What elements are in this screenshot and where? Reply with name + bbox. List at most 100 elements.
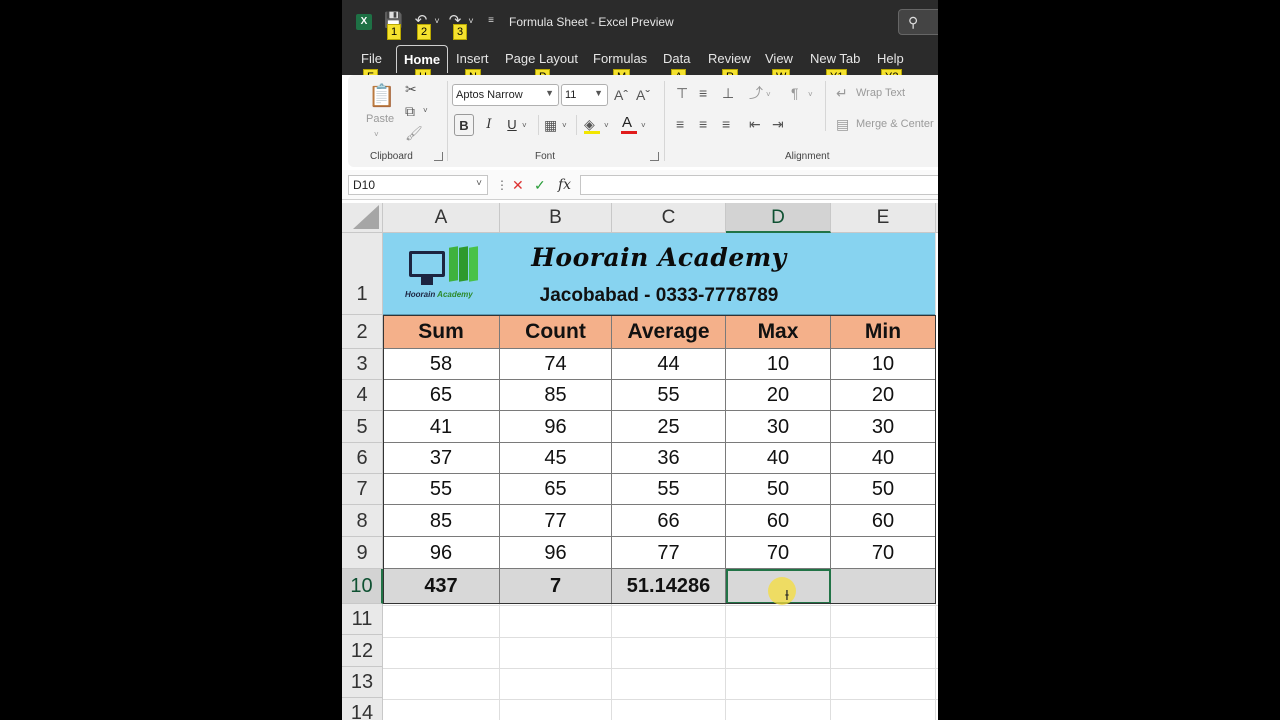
top-align-icon[interactable]: ⊤ bbox=[676, 85, 688, 101]
paste-dropdown-icon[interactable]: ˅ bbox=[374, 127, 379, 143]
wrap-text-icon[interactable]: ↵ bbox=[836, 85, 848, 101]
row-header-3[interactable]: 3 bbox=[342, 349, 383, 380]
cell-d4[interactable]: 20 bbox=[726, 380, 831, 411]
header-cell-d2[interactable]: Max bbox=[726, 315, 831, 349]
clipboard-launcher-icon[interactable] bbox=[434, 152, 443, 161]
row-header-8[interactable]: 8 bbox=[342, 505, 383, 537]
cell-b3[interactable]: 74 bbox=[500, 349, 612, 380]
row-header-5[interactable]: 5 bbox=[342, 411, 383, 443]
total-cell-a10[interactable]: 437 bbox=[383, 569, 500, 604]
cell-d7[interactable]: 50 bbox=[726, 474, 831, 505]
bottom-align-icon[interactable]: ⊥ bbox=[722, 85, 734, 101]
font-name-select[interactable]: Aptos Narrow ▼ bbox=[452, 84, 559, 106]
fill-color-icon[interactable]: ◈ bbox=[584, 116, 595, 132]
align-right-icon[interactable]: ≡ bbox=[722, 116, 730, 132]
row-header-9[interactable]: 9 bbox=[342, 537, 383, 569]
bold-button[interactable]: B bbox=[454, 114, 474, 136]
borders-icon[interactable]: ▦ bbox=[544, 117, 557, 133]
text-direction-dropdown-icon[interactable]: ˅ bbox=[808, 87, 813, 103]
wrap-text-button[interactable]: Wrap Text bbox=[856, 87, 905, 99]
cell-a5[interactable]: 41 bbox=[383, 411, 500, 443]
row-header-1[interactable]: 1 bbox=[342, 233, 383, 315]
copy-dropdown-icon[interactable]: ˅ bbox=[423, 103, 428, 119]
copy-icon[interactable]: ⧉ bbox=[405, 103, 415, 119]
cell-a7[interactable]: 55 bbox=[383, 474, 500, 505]
cell-c9[interactable]: 77 bbox=[612, 537, 726, 569]
increase-indent-icon[interactable]: ⇥ bbox=[772, 116, 784, 132]
header-cell-b2[interactable]: Count bbox=[500, 315, 612, 349]
italic-button[interactable]: I bbox=[479, 114, 499, 136]
merge-center-icon[interactable]: ▤ bbox=[836, 116, 849, 132]
tab-file[interactable]: File bbox=[361, 51, 382, 66]
total-cell-e10[interactable] bbox=[831, 569, 936, 604]
cell-b6[interactable]: 45 bbox=[500, 443, 612, 474]
tab-review[interactable]: Review bbox=[708, 51, 751, 66]
cell-d3[interactable]: 10 bbox=[726, 349, 831, 380]
row-header-10[interactable]: 10 bbox=[342, 569, 383, 604]
text-direction-icon[interactable]: ¶ bbox=[791, 85, 799, 101]
row-header-13[interactable]: 13 bbox=[342, 667, 383, 698]
tab-new-tab[interactable]: New Tab bbox=[810, 51, 860, 66]
cell-e8[interactable]: 60 bbox=[831, 505, 936, 537]
row-header-11[interactable]: 11 bbox=[342, 604, 383, 635]
decrease-font-size-icon[interactable]: Aˇ bbox=[636, 87, 650, 103]
column-header-f[interactable] bbox=[936, 203, 938, 233]
row-header-14[interactable]: 14 bbox=[342, 698, 383, 720]
cell-e4[interactable]: 20 bbox=[831, 380, 936, 411]
borders-dropdown-icon[interactable]: ˅ bbox=[562, 118, 567, 134]
decrease-indent-icon[interactable]: ⇤ bbox=[749, 116, 761, 132]
row-header-6[interactable]: 6 bbox=[342, 443, 383, 474]
align-center-icon[interactable]: ≡ bbox=[699, 116, 707, 132]
cell-a6[interactable]: 37 bbox=[383, 443, 500, 474]
cell-d5[interactable]: 30 bbox=[726, 411, 831, 443]
cell-e9[interactable]: 70 bbox=[831, 537, 936, 569]
row-header-7[interactable]: 7 bbox=[342, 474, 383, 505]
cell-b4[interactable]: 85 bbox=[500, 380, 612, 411]
cell-c7[interactable]: 55 bbox=[612, 474, 726, 505]
cell-b8[interactable]: 77 bbox=[500, 505, 612, 537]
paste-icon[interactable]: 📋 bbox=[368, 83, 395, 109]
more-options-icon[interactable]: ⋮ bbox=[496, 176, 508, 194]
name-box[interactable]: D10 ˅ bbox=[348, 175, 488, 195]
cell-c3[interactable]: 44 bbox=[612, 349, 726, 380]
middle-align-icon[interactable]: ≡ bbox=[699, 85, 707, 101]
cell-b5[interactable]: 96 bbox=[500, 411, 612, 443]
select-all-button[interactable] bbox=[342, 203, 383, 233]
tab-data[interactable]: Data bbox=[663, 51, 690, 66]
orientation-icon[interactable]: ⤴ bbox=[749, 85, 763, 101]
format-painter-icon[interactable]: 🖌 bbox=[405, 125, 423, 141]
cell-a8[interactable]: 85 bbox=[383, 505, 500, 537]
underline-button[interactable]: U bbox=[502, 114, 522, 136]
row-header-12[interactable]: 12 bbox=[342, 635, 383, 667]
cell-c8[interactable]: 66 bbox=[612, 505, 726, 537]
cell-a9[interactable]: 96 bbox=[383, 537, 500, 569]
increase-font-size-icon[interactable]: Aˆ bbox=[614, 87, 628, 103]
cell-d6[interactable]: 40 bbox=[726, 443, 831, 474]
cell-c6[interactable]: 36 bbox=[612, 443, 726, 474]
customize-qat-icon[interactable]: ≡ bbox=[482, 12, 500, 30]
formula-input[interactable] bbox=[580, 175, 938, 195]
banner-merged-cell[interactable]: Hoorain Academy Hoorain Academy Jacobaba… bbox=[383, 233, 935, 315]
tab-insert[interactable]: Insert bbox=[456, 51, 489, 66]
header-cell-a2[interactable]: Sum bbox=[383, 315, 500, 349]
cell-e6[interactable]: 40 bbox=[831, 443, 936, 474]
cell-b9[interactable]: 96 bbox=[500, 537, 612, 569]
paste-label[interactable]: Paste bbox=[366, 113, 394, 125]
total-cell-c10[interactable]: 51.14286 bbox=[612, 569, 726, 604]
align-left-icon[interactable]: ≡ bbox=[676, 116, 684, 132]
column-header-e[interactable]: E bbox=[831, 203, 936, 233]
cell-d8[interactable]: 60 bbox=[726, 505, 831, 537]
font-launcher-icon[interactable] bbox=[650, 152, 659, 161]
cell-e5[interactable]: 30 bbox=[831, 411, 936, 443]
insert-function-button[interactable]: fx bbox=[558, 176, 571, 194]
cell-e7[interactable]: 50 bbox=[831, 474, 936, 505]
cell-c4[interactable]: 55 bbox=[612, 380, 726, 411]
header-cell-e2[interactable]: Min bbox=[831, 315, 936, 349]
tab-formulas[interactable]: Formulas bbox=[593, 51, 647, 66]
cell-b7[interactable]: 65 bbox=[500, 474, 612, 505]
column-header-a[interactable]: A bbox=[383, 203, 500, 233]
orientation-dropdown-icon[interactable]: ˅ bbox=[766, 87, 771, 103]
cell-d9[interactable]: 70 bbox=[726, 537, 831, 569]
enter-icon[interactable]: ✓ bbox=[534, 176, 546, 194]
fill-color-dropdown-icon[interactable]: ˅ bbox=[604, 118, 609, 134]
